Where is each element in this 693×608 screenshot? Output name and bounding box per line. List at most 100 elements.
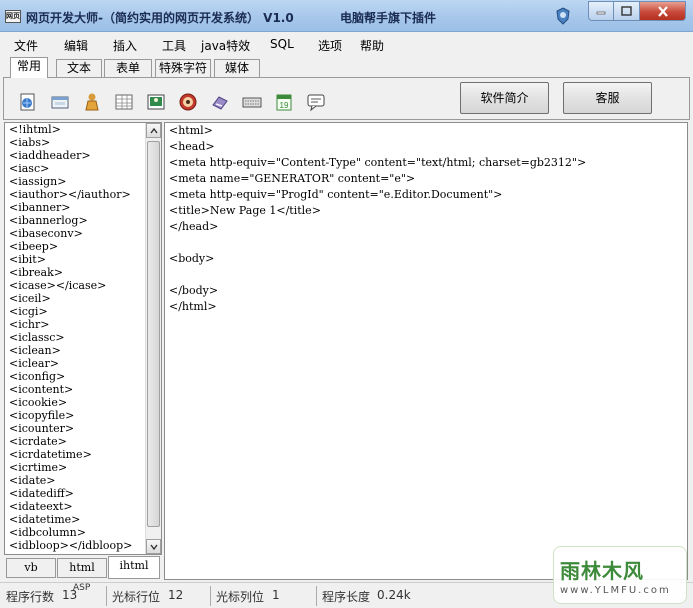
tag-list-item[interactable]: <icopyfile> bbox=[5, 409, 161, 422]
tag-list-item[interactable]: <icounter> bbox=[5, 422, 161, 435]
tag-list-item[interactable]: <iauthor></iauthor> bbox=[5, 188, 161, 201]
code-line: </body> bbox=[169, 284, 219, 297]
tag-list-item[interactable]: <icrtime> bbox=[5, 461, 161, 474]
chevron-up-icon bbox=[149, 127, 158, 133]
comment-icon[interactable] bbox=[306, 92, 326, 112]
tag-list-item[interactable]: <ibaseconv> bbox=[5, 227, 161, 240]
window-title: 网页开发大师-（简约实用的网页开发系统） V1.0 bbox=[26, 11, 294, 25]
tag-list-item[interactable]: <idate> bbox=[5, 474, 161, 487]
menu-help[interactable]: 帮助 bbox=[360, 37, 384, 54]
tag-list-item[interactable]: <ibit> bbox=[5, 253, 161, 266]
tag-list-item[interactable]: <idatetime> bbox=[5, 513, 161, 526]
tag-list-scrollbar[interactable] bbox=[145, 123, 161, 554]
table-grid-icon[interactable] bbox=[114, 92, 134, 112]
tag-list-item[interactable]: <iclean> bbox=[5, 344, 161, 357]
minimize-button[interactable] bbox=[588, 1, 614, 21]
code-line: <title>New Page 1</title> bbox=[169, 204, 321, 217]
calendar-day: 19 bbox=[280, 101, 289, 110]
tag-list-item[interactable]: <icontent> bbox=[5, 383, 161, 396]
title-bar[interactable]: 网页 网页开发大师-（简约实用的网页开发系统） V1.0 电脑帮手旗下插件 bbox=[0, 0, 693, 32]
maximize-icon bbox=[621, 6, 632, 16]
tag-list-item[interactable]: <ibannerlog> bbox=[5, 214, 161, 227]
toolbar-panel: 19 软件简介 客服 bbox=[3, 77, 690, 120]
rows-label: 程序行数 bbox=[6, 590, 55, 604]
tag-list-item[interactable]: <ibanner> bbox=[5, 201, 161, 214]
frame-icon[interactable] bbox=[50, 92, 70, 112]
code-line: <meta http-equiv="ProgId" content="e.Edi… bbox=[169, 188, 503, 201]
tag-list-item[interactable]: <idbloop></idbloop> bbox=[5, 539, 161, 552]
tag-list[interactable]: <!ihtml> <iabs> <iaddheader> <iasc> <iassign… bbox=[4, 122, 162, 555]
customer-service-button[interactable]: 客服 bbox=[563, 82, 652, 114]
shield-badge-icon[interactable] bbox=[555, 7, 571, 25]
code-lines: <html> <head> <meta http-equiv="Content-Ty… bbox=[169, 123, 683, 315]
close-button[interactable] bbox=[640, 1, 686, 21]
tab-form[interactable]: 表单 bbox=[104, 59, 152, 78]
watermark-logo: 雨林木风 www.YLMFU.com bbox=[553, 546, 687, 604]
close-icon bbox=[657, 5, 668, 17]
tag-list-item[interactable]: <iclassc> bbox=[5, 331, 161, 344]
tag-list-item[interactable]: <icookie> bbox=[5, 396, 161, 409]
tag-list-item[interactable]: <idateext> bbox=[5, 500, 161, 513]
scroll-down-button[interactable] bbox=[146, 539, 161, 554]
code-line: <head> bbox=[169, 140, 215, 153]
keyboard-icon[interactable] bbox=[242, 92, 262, 112]
tab-ihtml[interactable]: ihtml bbox=[108, 556, 160, 579]
tag-list-item[interactable]: <icrdate> bbox=[5, 435, 161, 448]
tag-list-item[interactable]: <icrdatetime> bbox=[5, 448, 161, 461]
watermark-text: 雨林木风 bbox=[560, 559, 644, 583]
language-tabs: vb html ihtml bbox=[4, 556, 162, 580]
tab-common[interactable]: 常用 bbox=[10, 57, 48, 78]
menu-options[interactable]: 选项 bbox=[318, 37, 342, 54]
media-disc-icon[interactable] bbox=[178, 92, 198, 112]
category-tabs: 常用 文本 表单 特殊字符 媒体 bbox=[0, 57, 693, 78]
chevron-down-icon bbox=[149, 544, 158, 550]
mode-label: ASP bbox=[73, 583, 91, 593]
tag-list-item[interactable]: <iasc> bbox=[5, 162, 161, 175]
minimize-icon bbox=[596, 11, 606, 15]
code-editor[interactable]: <html> <head> <meta http-equiv="Content-Ty… bbox=[164, 122, 688, 580]
app-icon: 网页 bbox=[5, 10, 21, 23]
tab-vb[interactable]: vb bbox=[6, 558, 56, 578]
tag-list-item[interactable]: <iassign> bbox=[5, 175, 161, 188]
maximize-button[interactable] bbox=[614, 1, 640, 21]
html-page-icon[interactable] bbox=[18, 92, 38, 112]
calendar-icon[interactable]: 19 bbox=[274, 92, 294, 112]
length-value: 0.24k bbox=[377, 588, 411, 602]
image-icon[interactable] bbox=[146, 92, 166, 112]
menu-file[interactable]: 文件 bbox=[14, 37, 38, 54]
scroll-up-button[interactable] bbox=[146, 123, 161, 138]
menu-java-effects[interactable]: java特效 bbox=[201, 37, 250, 54]
tab-text[interactable]: 文本 bbox=[56, 59, 102, 78]
tag-list-item[interactable]: <icase></icase> bbox=[5, 279, 161, 292]
tag-list-item[interactable]: <iceil> bbox=[5, 292, 161, 305]
menu-bar: 文件 编辑 插入 工具 java特效 SQL 选项 帮助 bbox=[0, 33, 693, 55]
tag-list-items: <!ihtml> <iabs> <iaddheader> <iasc> <iassign… bbox=[5, 123, 161, 552]
length-label: 程序长度 bbox=[322, 590, 371, 604]
tag-list-item[interactable]: <!ihtml> bbox=[5, 123, 161, 136]
tab-html[interactable]: html bbox=[57, 558, 107, 578]
person-icon[interactable] bbox=[82, 92, 102, 112]
code-line: <body> bbox=[169, 252, 215, 265]
tag-list-item[interactable]: <iconfig> bbox=[5, 370, 161, 383]
watermark-url: www.YLMFU.com bbox=[560, 585, 671, 596]
menu-insert[interactable]: 插入 bbox=[113, 37, 137, 54]
tab-special-chars[interactable]: 特殊字符 bbox=[155, 59, 211, 78]
tag-list-item[interactable]: <iclear> bbox=[5, 357, 161, 370]
tag-list-item[interactable]: <iabs> bbox=[5, 136, 161, 149]
scroll-thumb[interactable] bbox=[147, 141, 160, 527]
menu-edit[interactable]: 编辑 bbox=[64, 37, 88, 54]
menu-sql[interactable]: SQL bbox=[270, 37, 294, 51]
tag-list-item[interactable]: <idatediff> bbox=[5, 487, 161, 500]
tag-list-item[interactable]: <icgi> bbox=[5, 305, 161, 318]
tag-list-item[interactable]: <ichr> bbox=[5, 318, 161, 331]
software-intro-button[interactable]: 软件简介 bbox=[460, 82, 549, 114]
tag-list-item[interactable]: <ibreak> bbox=[5, 266, 161, 279]
tag-list-item[interactable]: <ibeep> bbox=[5, 240, 161, 253]
tag-list-item[interactable]: <idbcolumn> bbox=[5, 526, 161, 539]
code-line: </head> bbox=[169, 220, 219, 233]
menu-tools[interactable]: 工具 bbox=[162, 37, 186, 54]
link-icon[interactable] bbox=[210, 92, 230, 112]
tag-list-item[interactable]: <iaddheader> bbox=[5, 149, 161, 162]
tab-media[interactable]: 媒体 bbox=[214, 59, 260, 78]
